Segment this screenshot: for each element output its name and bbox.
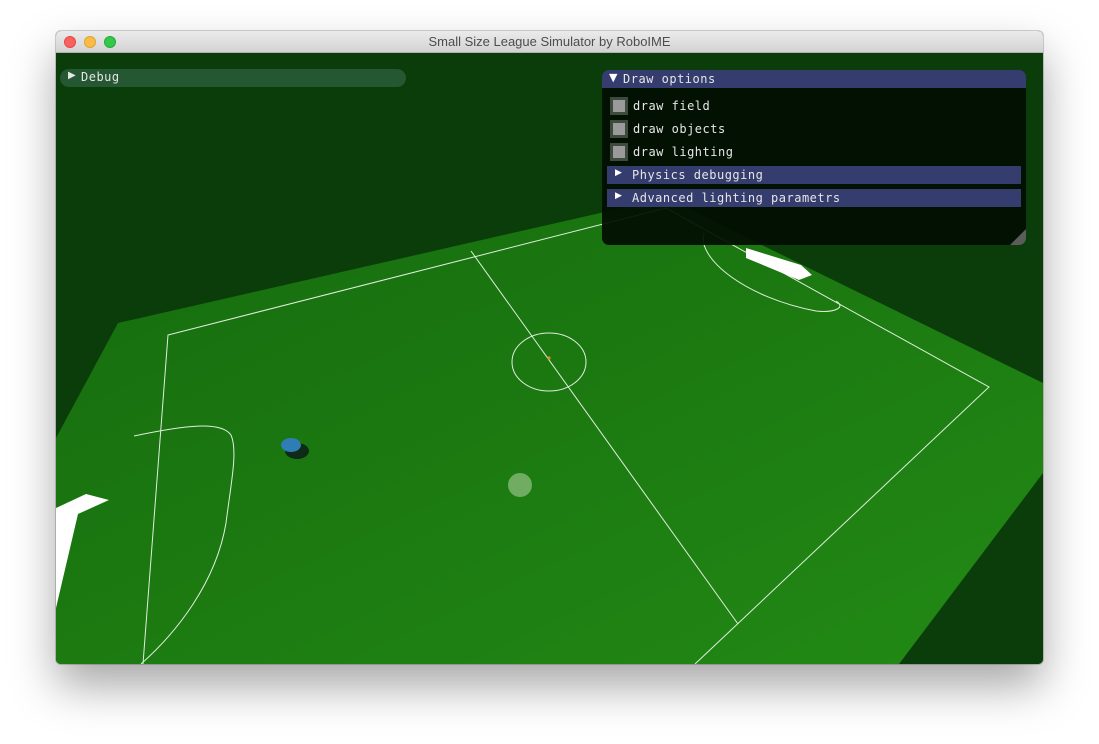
draw-lighting-label: draw lighting: [633, 145, 734, 159]
advanced-lighting-label: Advanced lighting parametrs: [632, 191, 841, 205]
physics-debugging-label: Physics debugging: [632, 168, 764, 182]
debug-window-title: Debug: [81, 70, 120, 84]
draw-lighting-checkbox[interactable]: [610, 143, 628, 161]
debug-window-header[interactable]: ▶ Debug: [60, 69, 406, 87]
window-title: Small Size League Simulator by RoboIME: [428, 34, 671, 49]
triangle-right-icon: ▶: [615, 191, 622, 201]
draw-options-title: Draw options: [623, 72, 716, 86]
resize-grip-icon[interactable]: [1010, 229, 1026, 245]
simulator-window: Small Size League Simulator by RoboIME ▶…: [56, 31, 1043, 664]
physics-debugging-section[interactable]: ▶ Physics debugging: [607, 166, 1021, 184]
draw-objects-checkbox[interactable]: [610, 120, 628, 138]
triangle-right-icon: ▶: [615, 168, 622, 178]
draw-field-checkbox[interactable]: [610, 97, 628, 115]
draw-objects-label: draw objects: [633, 122, 726, 136]
triangle-down-icon: ▼: [609, 71, 618, 84]
center-mark: [547, 356, 551, 360]
ball-spot: [508, 473, 532, 497]
title-bar[interactable]: Small Size League Simulator by RoboIME: [56, 31, 1043, 53]
3d-viewport[interactable]: ▶ Debug ▼ Draw options draw field draw o…: [56, 53, 1043, 664]
draw-field-label: draw field: [633, 99, 711, 113]
triangle-right-icon: ▶: [68, 70, 76, 81]
advanced-lighting-section[interactable]: ▶ Advanced lighting parametrs: [607, 189, 1021, 207]
draw-options-header[interactable]: ▼ Draw options: [602, 70, 1026, 88]
draw-options-panel: ▼ Draw options draw field draw objects d…: [602, 70, 1026, 245]
